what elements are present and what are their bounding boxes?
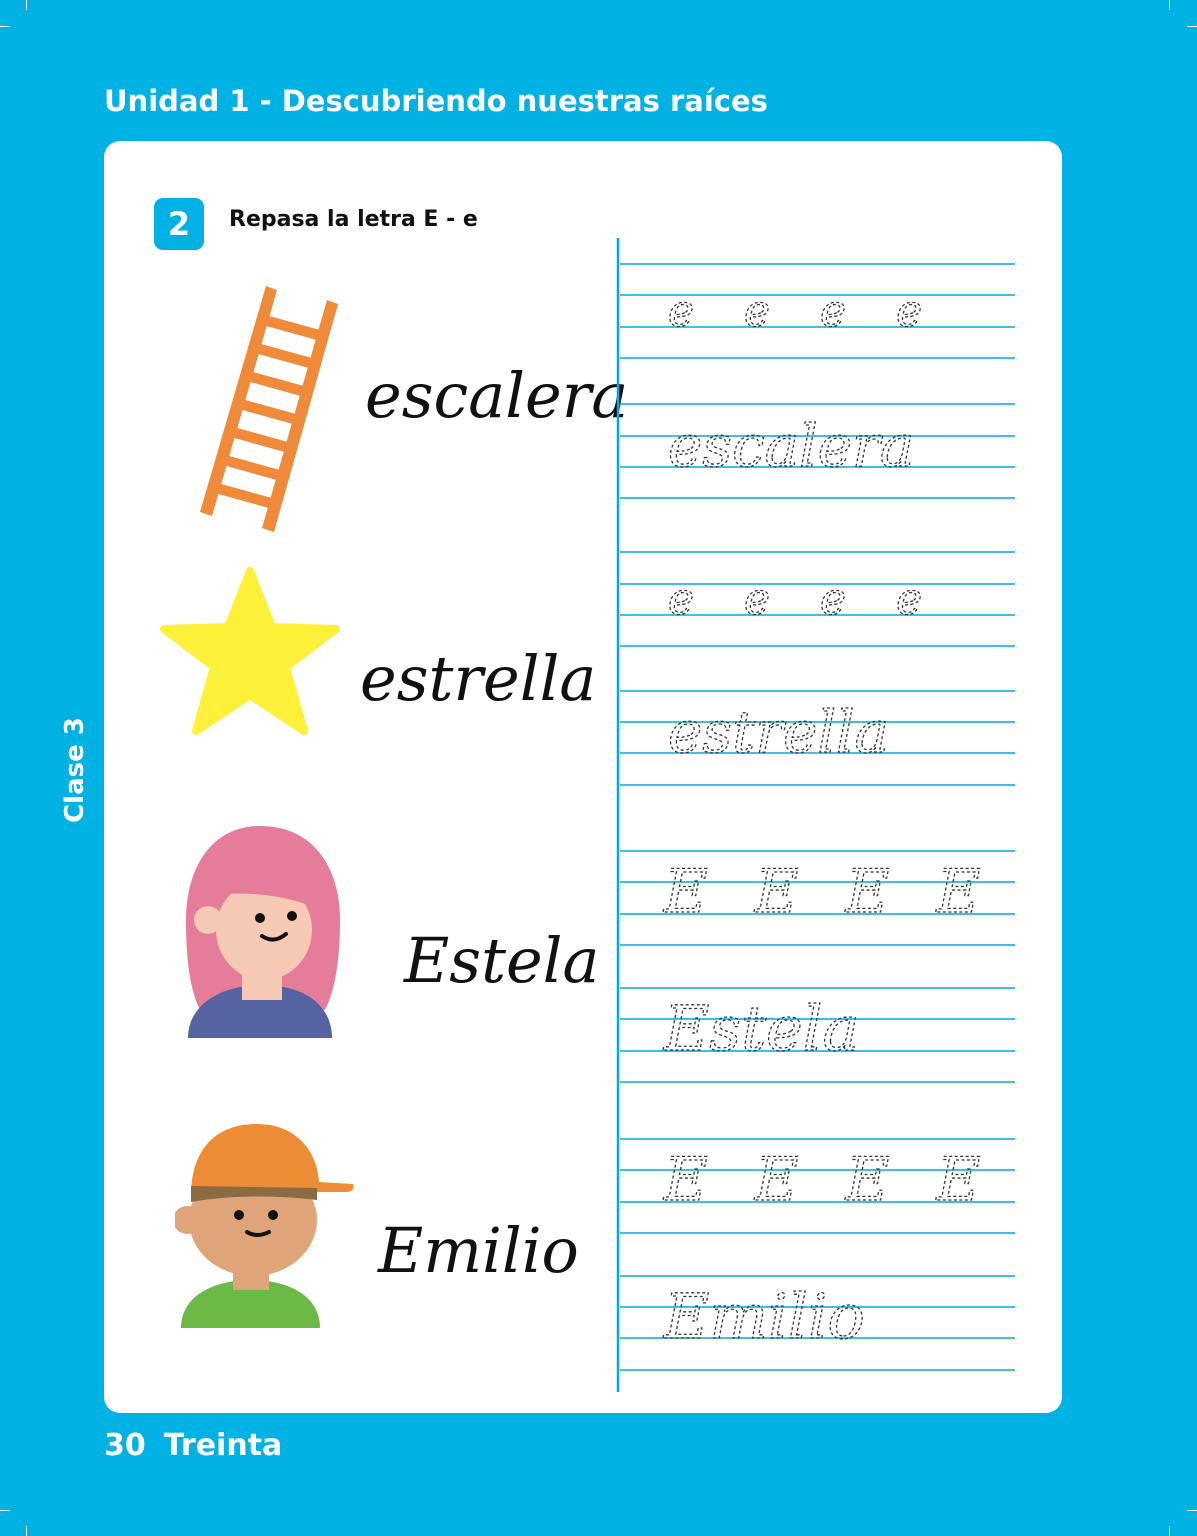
- tracing-letters-row-3[interactable]: E E E E: [662, 856, 994, 927]
- page-number: 30: [104, 1428, 146, 1463]
- tracing-word-row-1[interactable]: escalera: [667, 411, 915, 480]
- ruled-practice-area: e e e e escalera e e e e estrella E E E …: [616, 238, 1015, 1392]
- tracing-letters-row-1[interactable]: e e e e: [667, 285, 940, 337]
- tracing-word-row-2[interactable]: estrella: [667, 697, 889, 766]
- tracing-letters-row-4[interactable]: E E E E: [662, 1144, 994, 1215]
- tracing-letters-row-2[interactable]: e e e e: [667, 573, 940, 625]
- page-word: Treinta: [163, 1428, 283, 1463]
- tracing-word-row-3[interactable]: Estela: [662, 991, 860, 1065]
- tracing-word-row-4[interactable]: Emilio: [662, 1279, 865, 1353]
- page-footer: 30 Treinta: [104, 1428, 282, 1463]
